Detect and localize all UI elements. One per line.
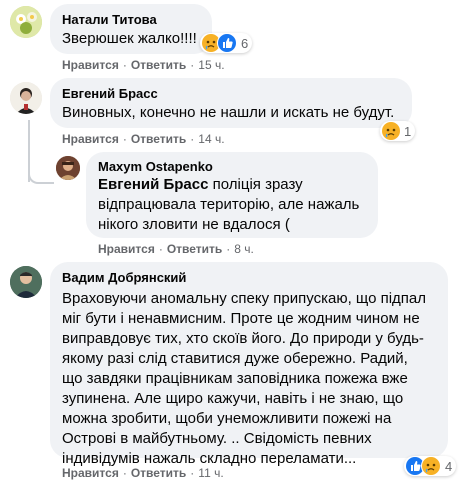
like-link[interactable]: Нравится	[62, 466, 119, 480]
comment-timestamp[interactable]: 15 ч.	[198, 58, 224, 72]
comment-bubble: Евгений Брасс Виновных, конечно не нашли…	[50, 78, 412, 128]
avatar[interactable]	[10, 266, 42, 298]
reaction-count: 6	[241, 35, 249, 51]
comment-author[interactable]: Натали Титова	[62, 12, 200, 27]
comment-text: Евгений Брасс поліція зразу відпрацювала…	[98, 175, 366, 235]
comment-author[interactable]: Вадим Добрянский	[62, 270, 436, 285]
reply-link[interactable]: Ответить	[131, 132, 186, 146]
separator-dot: ·	[190, 466, 195, 480]
comment-timestamp[interactable]: 8 ч.	[234, 242, 254, 256]
reply-link[interactable]: Ответить	[167, 242, 222, 256]
comment-timestamp[interactable]: 14 ч.	[198, 132, 224, 146]
comment-author[interactable]: Maxym Ostapenko	[98, 159, 366, 174]
avatar[interactable]	[10, 6, 42, 38]
avatar[interactable]	[10, 82, 42, 114]
comment-actions: Нравится · Ответить · 11 ч.	[62, 466, 224, 480]
avatar-image	[10, 82, 42, 114]
reply-link[interactable]: Ответить	[131, 58, 186, 72]
avatar-image	[10, 6, 42, 38]
mention-link[interactable]: Евгений Брасс	[98, 176, 208, 193]
comment-bubble: Натали Титова Зверюшек жалко!!!!	[50, 4, 212, 54]
comment-timestamp[interactable]: 11 ч.	[198, 466, 223, 480]
reaction-count: 1	[404, 123, 412, 139]
like-icon	[217, 33, 237, 53]
comment-bubble: Maxym Ostapenko Евгений Брасс поліція зр…	[86, 152, 378, 238]
separator-dot: ·	[190, 132, 195, 146]
separator-dot: ·	[226, 242, 231, 256]
sad-face-icon	[382, 122, 400, 140]
separator-dot: ·	[122, 132, 127, 146]
avatar[interactable]	[56, 156, 80, 180]
avatar-image	[10, 266, 42, 298]
comment-author[interactable]: Евгений Брасс	[62, 86, 400, 101]
reaction-count: 4	[445, 458, 453, 474]
separator-dot: ·	[122, 466, 127, 480]
like-link[interactable]: Нравится	[62, 132, 119, 146]
separator-dot: ·	[158, 242, 163, 256]
comment-text: Зверюшек жалко!!!!	[62, 30, 197, 47]
separator-dot: ·	[122, 58, 127, 72]
reply-thread-curve	[28, 168, 54, 184]
comment-text: Виновных, конечно не нашли и искать не б…	[62, 104, 395, 121]
comment-bubble: Вадим Добрянский Враховуючи аномальну сп…	[50, 262, 448, 467]
reaction-summary[interactable]: 4	[404, 456, 457, 476]
separator-dot: ·	[190, 58, 195, 72]
reaction-summary[interactable]: 1	[380, 121, 416, 141]
sad-face-icon	[421, 456, 441, 476]
like-link[interactable]: Нравится	[62, 58, 119, 72]
avatar-image	[56, 156, 80, 180]
reply-link[interactable]: Ответить	[131, 466, 186, 480]
comment-actions: Нравится · Ответить · 15 ч.	[62, 58, 225, 72]
reaction-summary[interactable]: 6	[200, 33, 253, 53]
comment-actions: Нравится · Ответить · 8 ч.	[98, 242, 254, 256]
like-link[interactable]: Нравится	[98, 242, 155, 256]
comment-actions: Нравится · Ответить · 14 ч.	[62, 132, 225, 146]
comment-text: Враховуючи аномальну спеку припускаю, що…	[62, 290, 427, 467]
